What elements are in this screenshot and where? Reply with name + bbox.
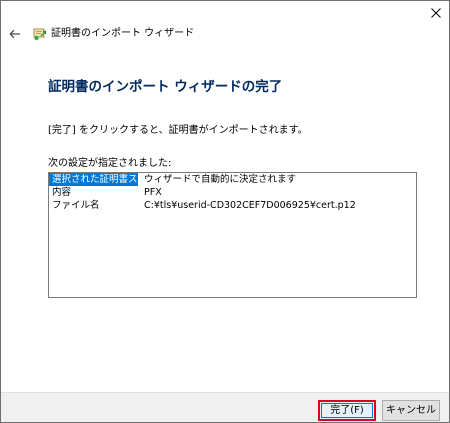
settings-key: 選択された証明書ストア (49, 173, 157, 186)
close-button[interactable] (426, 4, 446, 22)
finish-button[interactable]: 完了(F) (318, 400, 376, 421)
settings-key: 内容 (52, 187, 72, 198)
wizard-title: 証明書のインポート ウィザード (51, 28, 195, 39)
settings-value: PFX (144, 187, 162, 198)
finish-button-label: 完了(F) (321, 403, 373, 418)
close-icon (431, 8, 441, 18)
settings-value: ウィザードで自動的に決定されます (144, 174, 297, 185)
settings-label: 次の設定が指定されました: (48, 158, 172, 169)
settings-list[interactable]: 選択された証明書ストア ウィザードで自動的に決定されます 内容 PFX ファイル… (48, 172, 417, 298)
button-bar: 完了(F) キャンセル (1, 392, 449, 422)
settings-row[interactable]: ファイル名 C:¥tls¥userid-CD302CEF7D006925¥cer… (49, 199, 416, 212)
page-title: 証明書のインポート ウィザードの完了 (48, 79, 283, 95)
settings-value: C:¥tls¥userid-CD302CEF7D006925¥cert.p12 (144, 200, 356, 211)
settings-key: ファイル名 (52, 200, 100, 211)
instruction-text: [完了] をクリックすると、証明書がインポートされます。 (48, 125, 308, 136)
settings-row[interactable]: 内容 PFX (49, 186, 416, 199)
certificate-icon (31, 26, 47, 42)
wizard-header: 証明書のインポート ウィザード (7, 24, 194, 44)
back-arrow-icon (9, 29, 20, 39)
wizard-window: 証明書のインポート ウィザード 証明書のインポート ウィザードの完了 [完了] … (0, 0, 450, 423)
back-button[interactable] (7, 26, 23, 42)
cancel-button[interactable]: キャンセル (382, 400, 440, 421)
settings-row[interactable]: 選択された証明書ストア ウィザードで自動的に決定されます (49, 173, 416, 186)
